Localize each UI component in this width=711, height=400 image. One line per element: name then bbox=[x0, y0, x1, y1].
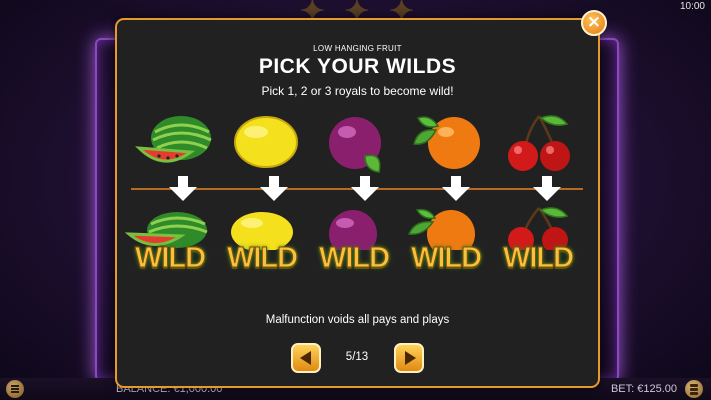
wild-plum-symbol: WILD bbox=[309, 206, 399, 286]
close-button[interactable]: × bbox=[581, 10, 607, 36]
orange-symbol bbox=[403, 112, 493, 176]
cherries-icon bbox=[508, 115, 570, 171]
lemon-icon bbox=[234, 116, 298, 168]
plum-icon bbox=[329, 117, 381, 173]
bet-display: BET: €125.00 bbox=[610, 383, 677, 395]
wild-label: WILD bbox=[318, 242, 390, 275]
paytable-modal: LOW HANGING FRUIT PICK YOUR WILDS Pick 1… bbox=[115, 18, 600, 388]
watermelon-symbol bbox=[130, 112, 220, 176]
menu-icon[interactable] bbox=[6, 380, 24, 398]
previous-page-button[interactable] bbox=[291, 343, 321, 373]
watermelon-icon bbox=[135, 116, 212, 163]
arrow-left-icon bbox=[300, 351, 311, 365]
wild-watermelon-symbol: WILD bbox=[125, 206, 215, 286]
close-icon: × bbox=[586, 12, 602, 32]
wild-lemon-symbol: WILD bbox=[217, 206, 307, 286]
cherries-symbol bbox=[494, 112, 584, 176]
next-page-button[interactable] bbox=[394, 343, 424, 373]
pagination: 5/13 bbox=[117, 343, 598, 373]
wild-symbol-row: WILD WILD WILD WILD WILD bbox=[117, 206, 598, 286]
modal-title: PICK YOUR WILDS bbox=[258, 55, 457, 78]
status-clock: 10:00 bbox=[679, 1, 705, 12]
arrow-right-icon bbox=[405, 351, 416, 365]
disclaimer-text: Malfunction voids all pays and plays bbox=[265, 314, 450, 326]
page-indicator: 5/13 bbox=[345, 351, 369, 363]
wild-label: WILD bbox=[502, 242, 574, 275]
wild-label: WILD bbox=[134, 242, 206, 275]
wild-cherries-symbol: WILD bbox=[493, 206, 583, 286]
lemon-symbol bbox=[221, 112, 311, 176]
wild-orange-symbol: WILD bbox=[401, 206, 491, 286]
plum-symbol bbox=[312, 112, 402, 176]
arrow-row bbox=[117, 176, 598, 206]
modal-overline: LOW HANGING FRUIT bbox=[313, 44, 402, 53]
wild-label: WILD bbox=[226, 242, 298, 275]
fruit-symbol-row bbox=[117, 112, 598, 176]
bet-settings-icon[interactable] bbox=[685, 380, 703, 398]
modal-subtitle: Pick 1, 2 or 3 royals to become wild! bbox=[261, 84, 454, 98]
orange-icon bbox=[413, 116, 480, 169]
wild-label: WILD bbox=[410, 242, 482, 275]
